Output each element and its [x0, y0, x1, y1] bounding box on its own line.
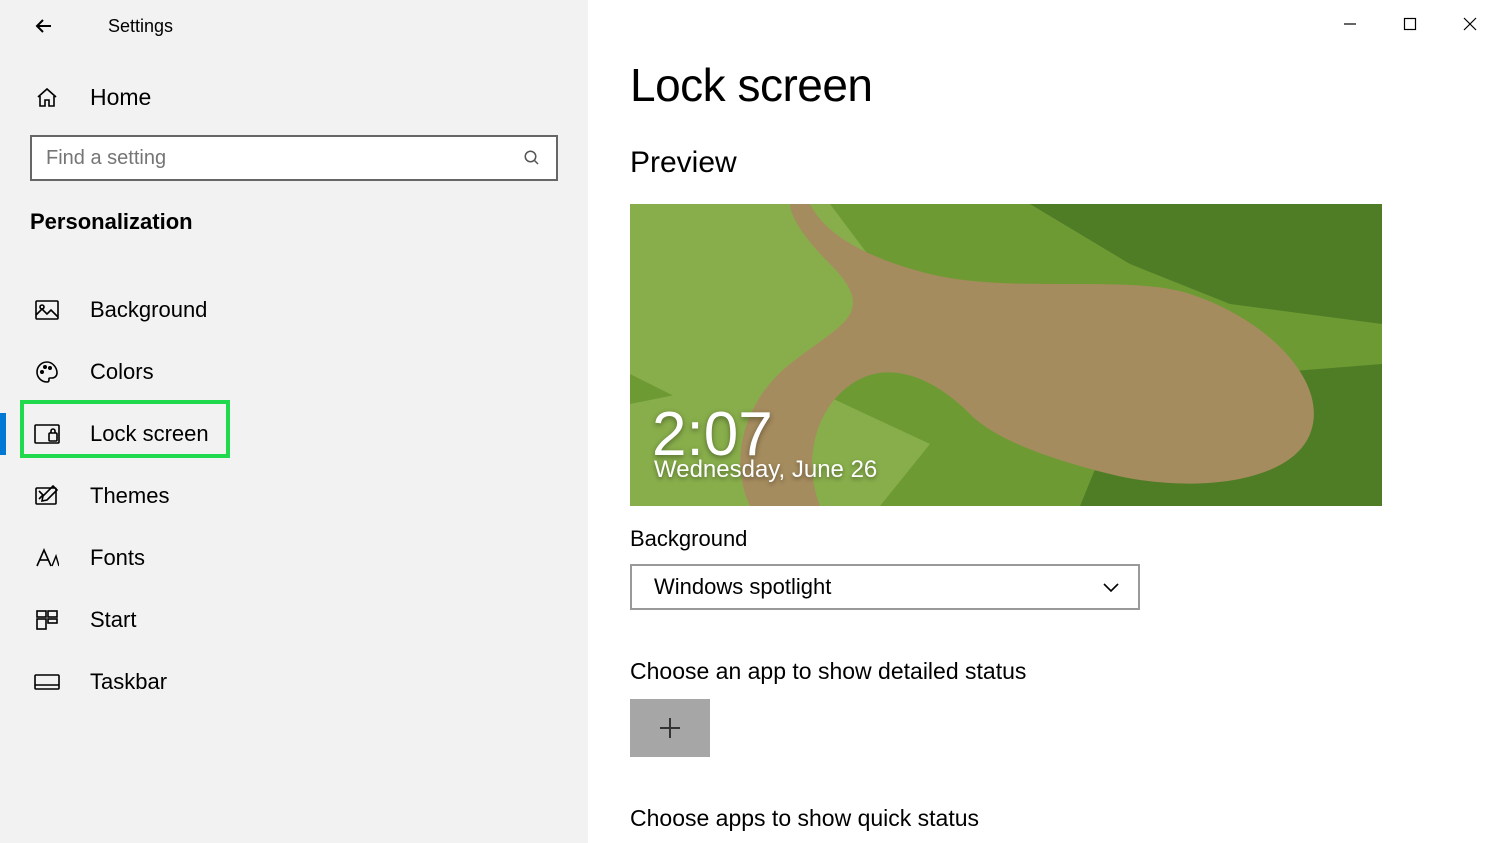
add-detailed-status-app-button[interactable] — [630, 699, 710, 757]
taskbar-icon — [34, 669, 60, 695]
home-label: Home — [90, 84, 151, 111]
sidebar-item-colors[interactable]: Colors — [0, 341, 588, 403]
back-arrow-icon — [32, 14, 56, 38]
minimize-button[interactable] — [1320, 6, 1380, 42]
palette-icon — [34, 359, 60, 385]
sidebar-item-label: Background — [90, 297, 207, 323]
chevron-down-icon — [1102, 578, 1120, 596]
home-icon — [34, 85, 60, 111]
sidebar-item-label: Colors — [90, 359, 154, 385]
picture-icon — [34, 297, 60, 323]
sidebar-item-background[interactable]: Background — [0, 279, 588, 341]
sidebar-item-label: Taskbar — [90, 669, 167, 695]
fonts-icon — [34, 545, 60, 571]
search-container — [30, 135, 558, 181]
page-title: Lock screen — [630, 58, 1500, 112]
window-controls — [1320, 6, 1500, 42]
back-button[interactable] — [24, 6, 64, 46]
sidebar-item-label: Start — [90, 607, 136, 633]
detailed-status-label: Choose an app to show detailed status — [630, 658, 1500, 685]
sidebar-item-themes[interactable]: Themes — [0, 465, 588, 527]
lock-screen-preview[interactable]: 2:07 Wednesday, June 26 — [630, 204, 1382, 506]
sidebar-item-fonts[interactable]: Fonts — [0, 527, 588, 589]
start-icon — [34, 607, 60, 633]
dropdown-value: Windows spotlight — [654, 574, 831, 600]
maximize-button[interactable] — [1380, 6, 1440, 42]
nav-list: Background Colors Lock screen Themes — [0, 279, 588, 713]
sidebar-header: Settings — [0, 0, 588, 44]
preview-date: Wednesday, June 26 — [654, 456, 877, 484]
close-button[interactable] — [1440, 6, 1500, 42]
main-content: Lock screen Preview 2:07 Wednesday, June… — [588, 0, 1500, 843]
sidebar-item-start[interactable]: Start — [0, 589, 588, 651]
plus-icon — [656, 714, 684, 742]
close-icon — [1462, 16, 1478, 32]
sidebar-item-label: Themes — [90, 483, 169, 509]
home-link[interactable]: Home — [0, 44, 588, 135]
background-label: Background — [630, 526, 1500, 552]
sidebar-item-label: Lock screen — [90, 421, 209, 447]
search-input[interactable] — [46, 147, 522, 170]
background-dropdown[interactable]: Windows spotlight — [630, 564, 1140, 610]
app-title: Settings — [108, 16, 173, 37]
category-title: Personalization — [0, 209, 588, 235]
search-box[interactable] — [30, 135, 558, 181]
themes-icon — [34, 483, 60, 509]
maximize-icon — [1403, 17, 1417, 31]
sidebar-item-label: Fonts — [90, 545, 145, 571]
sidebar-item-taskbar[interactable]: Taskbar — [0, 651, 588, 713]
sidebar: Settings Home Personalization Backgro — [0, 0, 588, 843]
sidebar-item-lock-screen[interactable]: Lock screen — [0, 403, 588, 465]
lockscreen-icon — [34, 421, 60, 447]
settings-window: Settings Home Personalization Backgro — [0, 0, 1500, 843]
search-icon — [522, 148, 542, 168]
preview-heading: Preview — [630, 146, 1500, 180]
quick-status-label: Choose apps to show quick status — [630, 805, 1500, 832]
minimize-icon — [1343, 17, 1357, 31]
